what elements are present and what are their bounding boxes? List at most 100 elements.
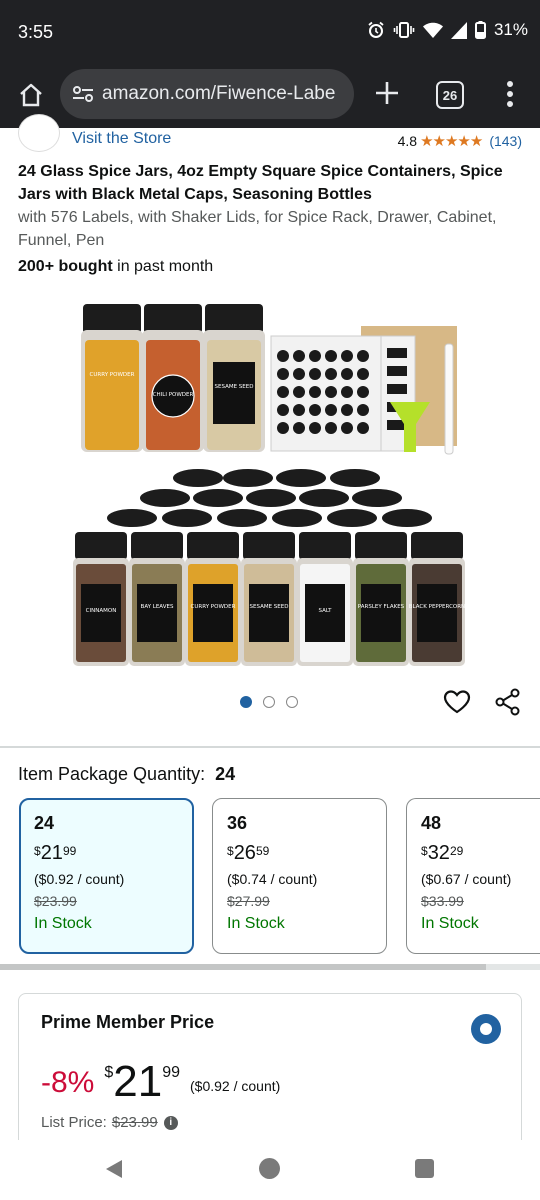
store-logo[interactable] <box>18 114 60 152</box>
price-cents: 29 <box>449 844 464 858</box>
share-icon <box>495 688 520 716</box>
home-button[interactable] <box>14 78 48 112</box>
back-triangle-icon <box>106 1160 122 1178</box>
url-text: amazon.com/Fiwence-Labe <box>102 83 336 104</box>
currency-symbol: $ <box>34 844 41 858</box>
prime-price-row: -8% $ 21 99 ($0.92 / count) <box>41 1060 280 1104</box>
signal-icon <box>450 21 467 39</box>
home-icon <box>20 83 42 107</box>
quantity-option-24[interactable]: 24 $21 99 ($0.92 / count) $23.99 In Stock <box>19 798 194 954</box>
option-stock-status: In Stock <box>34 915 92 932</box>
url-bar[interactable]: amazon.com/Fiwence-Labe <box>60 69 354 119</box>
jar-sesame-2: SESAME SEED <box>241 532 297 666</box>
quantity-option-36[interactable]: 36 $26 59 ($0.74 / count) $27.99 In Stock <box>212 798 387 954</box>
quantity-selected-value: 24 <box>215 764 236 784</box>
jar-bay: BAY LEAVES <box>129 532 185 666</box>
carousel-dot-3[interactable] <box>286 696 298 708</box>
carousel-dots <box>240 696 298 708</box>
prime-price-card[interactable]: Prime Member Price -8% $ 21 99 ($0.92 / … <box>18 993 522 1153</box>
prime-unit-price: ($0.92 / count) <box>190 1078 281 1094</box>
currency-symbol: $ <box>421 844 428 858</box>
jar-sesame: SESAME SEED <box>203 304 265 452</box>
label-sheets <box>270 326 457 455</box>
bought-count: 200+ bought <box>18 258 113 275</box>
tab-count: 26 <box>442 87 458 103</box>
bought-in-past-month: 200+ bought in past month <box>18 258 213 276</box>
price-cents: 99 <box>62 844 77 858</box>
option-price: $32 29 <box>421 842 540 865</box>
info-icon[interactable]: i <box>163 1115 178 1130</box>
review-count[interactable]: (143) <box>489 133 522 149</box>
jar-parsley: PARSLEY FLAKES <box>353 532 409 666</box>
site-settings-icon[interactable] <box>70 81 96 107</box>
quantity-label-text: Item Package Quantity: <box>18 764 206 784</box>
visit-store-link[interactable]: Visit the Store <box>72 130 171 148</box>
option-stock-status: In Stock <box>227 915 285 932</box>
jar-pepper: BLACK PEPPERCORN <box>409 532 465 666</box>
battery-icon <box>474 21 486 39</box>
add-to-wishlist-button[interactable] <box>443 688 471 716</box>
prime-price: $ 21 99 <box>104 1060 180 1104</box>
bought-period: in past month <box>112 258 214 275</box>
share-button[interactable] <box>494 688 522 716</box>
jar-label: SESAME SEED <box>215 384 254 390</box>
jar-cinnamon: CINNAMON <box>73 532 129 666</box>
status-bar: 3:55 31% <box>0 0 540 64</box>
product-subtitle: with 576 Labels, with Shaker Lids, for S… <box>18 209 497 249</box>
store-row: Visit the Store 4.8 ★★★★★ (143) <box>0 114 540 156</box>
carousel-dot-2[interactable] <box>263 696 275 708</box>
price-whole: 21 <box>113 1057 163 1106</box>
jar-caps-back <box>107 469 432 527</box>
jar-label: SALT <box>318 608 332 614</box>
browser-toolbar: amazon.com/Fiwence-Labe 26 <box>0 64 540 128</box>
option-list-price: $23.99 <box>34 893 77 909</box>
jar-chili: CHILI POWDER <box>142 304 204 452</box>
option-qty: 36 <box>227 813 248 833</box>
carousel-dot-1[interactable] <box>240 696 252 708</box>
price-whole: 26 <box>233 842 256 864</box>
jar-label: SESAME SEED <box>250 604 289 610</box>
heart-icon <box>443 690 471 714</box>
quantity-label: Item Package Quantity: 24 <box>18 764 235 785</box>
tabs-button[interactable]: 26 <box>436 81 464 109</box>
prime-price-radio[interactable] <box>471 1014 501 1044</box>
scrollbar-thumb[interactable] <box>0 964 486 970</box>
status-icons: 31% <box>367 20 528 40</box>
back-button[interactable] <box>104 1158 124 1185</box>
more-menu-button[interactable] <box>498 78 522 110</box>
option-list-price: $27.99 <box>227 893 270 909</box>
new-tab-button[interactable] <box>372 78 402 108</box>
jar-label: CINNAMON <box>86 608 117 614</box>
recents-button[interactable] <box>415 1159 434 1178</box>
wifi-icon <box>422 22 443 39</box>
option-list-price: $33.99 <box>421 893 464 909</box>
jar-label: CURRY POWDER <box>90 372 135 378</box>
quantity-option-48[interactable]: 48 $32 29 ($0.67 / count) $33.99 In Stock <box>406 798 540 954</box>
jar-label: BLACK PEPPERCORN <box>409 604 465 610</box>
section-divider <box>0 746 540 748</box>
jar-salt: SALT <box>297 532 353 666</box>
jar-label: CURRY POWDER <box>191 604 236 610</box>
option-unit-price: ($0.67 / count) <box>421 871 512 887</box>
currency-symbol: $ <box>104 1064 114 1081</box>
price-cents: 59 <box>255 844 270 858</box>
product-title-block: 24 Glass Spice Jars, 4oz Empty Square Sp… <box>18 160 523 252</box>
plus-icon <box>376 82 398 104</box>
list-price-label: List Price: <box>41 1114 107 1131</box>
currency-symbol: $ <box>227 844 234 858</box>
discount-percent: -8% <box>41 1066 95 1099</box>
prime-price-title: Prime Member Price <box>41 1012 215 1032</box>
jar-label: CHILI POWDER <box>153 392 194 398</box>
more-vert-icon <box>507 81 513 107</box>
battery-percent: 31% <box>493 20 528 39</box>
horizontal-scrollbar[interactable] <box>0 964 540 970</box>
option-price: $26 59 <box>227 842 386 865</box>
home-nav-button[interactable] <box>259 1158 280 1179</box>
price-cents: 99 <box>162 1064 181 1081</box>
list-price: List Price: $23.99 i <box>41 1114 178 1131</box>
status-time: 3:55 <box>18 22 54 42</box>
jar-label: BAY LEAVES <box>141 604 174 610</box>
product-image[interactable]: CURRY POWDER CHILI POWDER SESAME SEED CI… <box>65 296 475 676</box>
rating-summary[interactable]: 4.8 ★★★★★ (143) <box>398 132 522 150</box>
vibrate-icon <box>393 21 415 39</box>
